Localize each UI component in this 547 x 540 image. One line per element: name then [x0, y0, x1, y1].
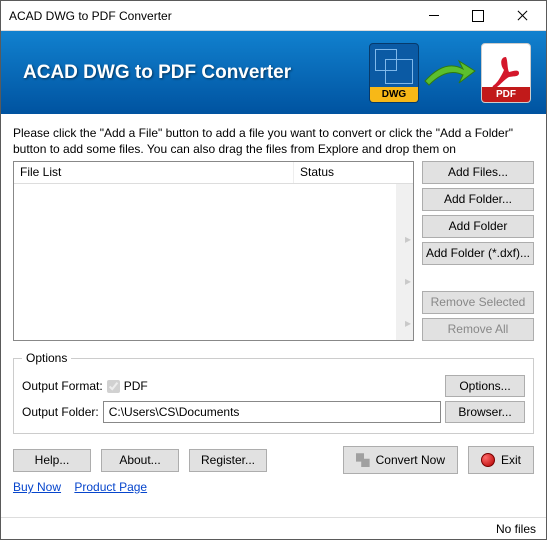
output-format-label: Output Format: — [22, 379, 103, 393]
add-folder-dwg-button[interactable]: Add Folder (*.dwg)... — [422, 215, 534, 238]
remove-selected-button[interactable]: Remove Selected — [422, 291, 534, 314]
output-folder-label: Output Folder: — [22, 405, 99, 419]
output-folder-input[interactable] — [103, 401, 441, 423]
about-button[interactable]: About... — [101, 449, 179, 472]
banner-title: ACAD DWG to PDF Converter — [23, 62, 291, 84]
options-legend: Options — [22, 351, 71, 365]
titlebar: ACAD DWG to PDF Converter — [1, 1, 546, 31]
remove-all-button[interactable]: Remove All — [422, 318, 534, 341]
col-status[interactable]: Status — [294, 162, 413, 183]
status-right: No files — [496, 522, 536, 536]
file-list-header: File List Status — [14, 162, 413, 184]
file-list[interactable]: File List Status ▸▸▸ — [13, 161, 414, 341]
convert-label: Convert Now — [376, 453, 445, 467]
format-value: PDF — [124, 379, 148, 393]
links-row: Buy Now Product Page — [13, 480, 534, 498]
product-page-link[interactable]: Product Page — [74, 480, 147, 494]
pdf-checkbox — [107, 380, 120, 393]
exit-icon — [481, 453, 495, 467]
add-files-button[interactable]: Add Files... — [422, 161, 534, 184]
convert-now-button[interactable]: Convert Now — [343, 446, 458, 474]
instructions-text: Please click the "Add a File" button to … — [13, 126, 534, 157]
pdf-label: PDF — [482, 87, 530, 102]
exit-label: Exit — [501, 453, 521, 467]
close-button[interactable] — [500, 1, 544, 30]
convert-icon — [356, 453, 370, 467]
window-title: ACAD DWG to PDF Converter — [9, 9, 412, 23]
col-file[interactable]: File List — [14, 162, 294, 183]
register-button[interactable]: Register... — [189, 449, 267, 472]
options-group: Options Output Format: PDF Options... Ou… — [13, 351, 534, 434]
add-folder-button[interactable]: Add Folder... — [422, 188, 534, 211]
dwg-icon: DWG — [369, 43, 419, 103]
banner: ACAD DWG to PDF Converter DWG PDF — [1, 31, 546, 114]
dwg-label: DWG — [370, 87, 418, 102]
maximize-button[interactable] — [456, 1, 500, 30]
exit-button[interactable]: Exit — [468, 446, 534, 474]
minimize-button[interactable] — [412, 1, 456, 30]
browser-button[interactable]: Browser... — [445, 401, 525, 423]
options-button[interactable]: Options... — [445, 375, 525, 397]
arrow-icon — [423, 55, 477, 91]
status-bar: No files — [1, 517, 546, 539]
buy-now-link[interactable]: Buy Now — [13, 480, 61, 494]
reorder-arrows: ▸▸▸ — [405, 232, 415, 330]
pdf-icon: PDF — [481, 43, 531, 103]
add-folder-dxf-button[interactable]: Add Folder (*.dxf)... — [422, 242, 534, 265]
help-button[interactable]: Help... — [13, 449, 91, 472]
